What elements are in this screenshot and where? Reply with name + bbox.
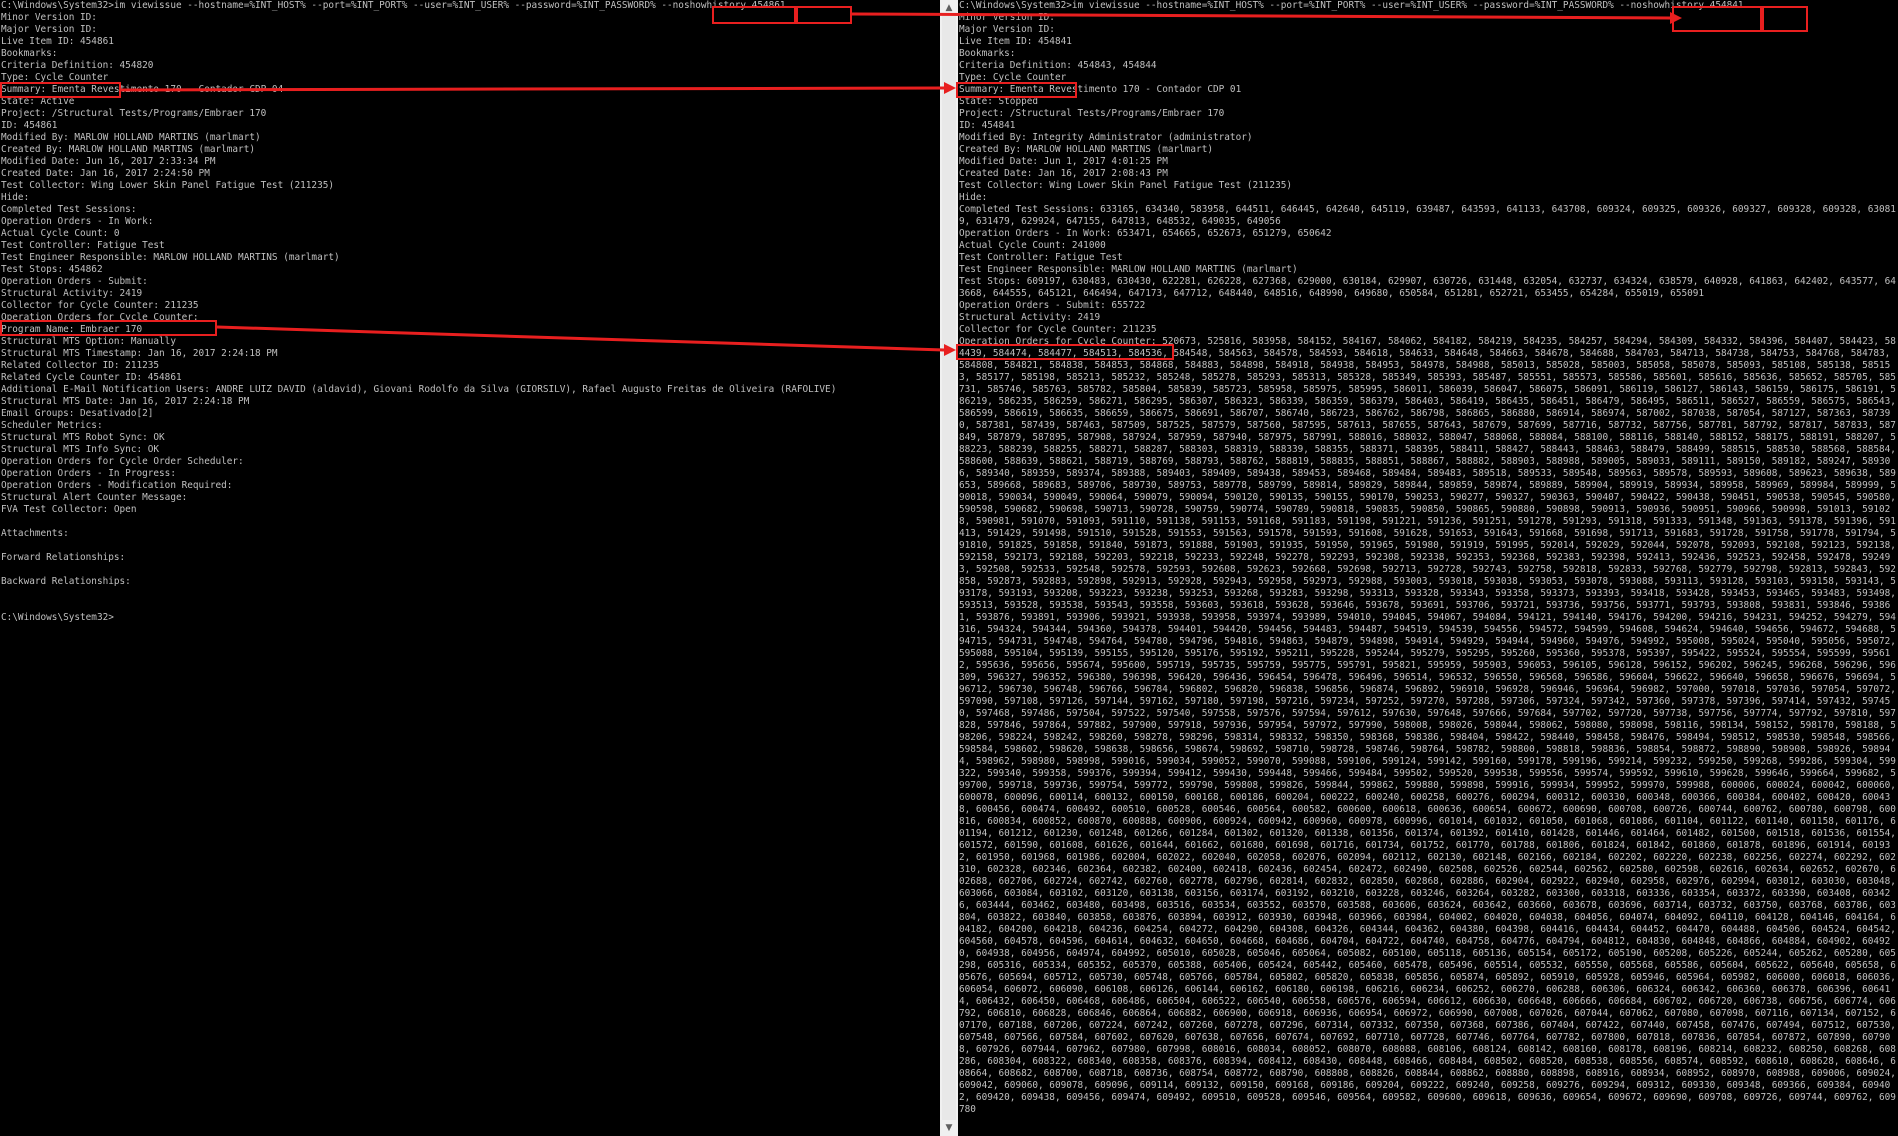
left-console-line: Collector for Cycle Counter: 211235 [1,300,199,311]
scrollbar-track[interactable] [942,16,956,1120]
right-console-line: Test Controller: Fatigue Test [959,252,1123,263]
left-console-line: Created By: MARLOW HOLLAND MARTINS (marl… [1,144,255,155]
left-console-line: Minor Version ID: [1,12,97,23]
left-console-line: Created Date: Jan 16, 2017 2:24:50 PM [1,168,210,179]
left-console-line [0,600,940,612]
left-console-line [0,588,940,600]
left-console-line: Email Groups: Desativado[2] [1,408,154,419]
left-console-line: C:\Windows\System32>im viewissue --hostn… [1,0,786,11]
left-console-pane[interactable]: C:\Windows\System32>im viewissue --hostn… [0,0,940,1136]
right-console-line: Bookmarks: [959,48,1016,59]
console-scrollbar[interactable]: ▲ ▼ [940,0,958,1136]
left-console-line: Project: /Structural Tests/Programs/Embr… [1,108,267,119]
left-console-line: Operation Orders for Cycle Order Schedul… [1,456,244,467]
left-console-line: Operation Orders - Modification Required… [1,480,233,491]
left-console-line: Structural Activity: 2419 [1,288,143,299]
right-console-line: Project: /Structural Tests/Programs/Embr… [959,108,1225,119]
left-console-line: Modified By: MARLOW HOLLAND MARTINS (mar… [1,132,261,143]
left-console-line: Program Name: Embraer 170 [1,324,143,335]
right-console-line: Live Item ID: 454841 [959,36,1072,47]
right-console-line: Structural Activity: 2419 [959,312,1101,323]
right-console-line: Modified By: Integrity Administrator (ad… [959,132,1253,143]
right-console-line: Test Engineer Responsible: MARLOW HOLLAN… [959,264,1298,275]
left-console-line: Attachments: [1,528,69,539]
right-console-line: Test Stops: 609197, 630483, 630430, 6222… [959,276,1896,299]
right-console-line: Hide: [959,192,988,203]
right-console-line: Minor Version ID: [959,12,1055,23]
left-console-line: Actual Cycle Count: 0 [1,228,120,239]
scroll-down-icon[interactable]: ▼ [940,1120,958,1136]
scroll-up-icon[interactable]: ▲ [940,0,958,16]
left-console-line: Live Item ID: 454861 [1,36,114,47]
left-console-line: ID: 454861 [1,120,58,131]
right-console-line: Modified Date: Jun 1, 2017 4:01:25 PM [959,156,1168,167]
right-console-line: Criteria Definition: 454843, 454844 [959,60,1157,71]
left-console-line: Major Version ID: [1,24,97,35]
left-console-line: Hide: [1,192,30,203]
right-console-line: Collector for Cycle Counter: 211235 [959,324,1157,335]
right-console-line: Actual Cycle Count: 241000 [959,240,1106,251]
right-console-line: State: Stopped [959,96,1039,107]
left-console-line: Operation Orders - In Work: [1,216,154,227]
right-console-line: Type: Cycle Counter [959,72,1067,83]
left-console-line: Structural MTS Robot Sync: OK [1,432,165,443]
right-console-pane[interactable]: C:\Windows\System32>im viewissue --hostn… [958,0,1898,1136]
left-console-line: Related Cycle Counter ID: 454861 [1,372,182,383]
left-console-line: Structural Alert Counter Message: [1,492,188,503]
right-console-line: Test Collector: Wing Lower Skin Panel Fa… [959,180,1293,191]
left-console-line: State: Active [1,96,75,107]
right-console-line: Operation Orders - Submit: 655722 [959,300,1146,311]
left-console-line: Test Engineer Responsible: MARLOW HOLLAN… [1,252,340,263]
right-console-line: Operation Orders - In Work: 653471, 6546… [959,228,1332,239]
left-console-line: FVA Test Collector: Open [1,504,137,515]
left-console-line: Bookmarks: [1,48,58,59]
right-console-line: Summary: Ementa Revestimento 170 - Conta… [959,84,1242,95]
left-console-line [0,564,940,576]
left-console-line: Summary: Ementa Revestimento 170 - Conta… [1,84,284,95]
right-console-line: Major Version ID: [959,24,1055,35]
left-console-line: Test Controller: Fatigue Test [1,240,165,251]
left-console-line: Structural MTS Timestamp: Jan 16, 2017 2… [1,348,278,359]
left-console-line: Additional E-Mail Notification Users: AN… [1,384,837,395]
left-console-line [0,516,940,528]
left-console-line: Type: Cycle Counter [1,72,109,83]
left-console-line: Structural MTS Option: Manually [1,336,176,347]
left-console-line: Modified Date: Jun 16, 2017 2:33:34 PM [1,156,216,167]
left-console-line: Structural MTS Info Sync: OK [1,444,160,455]
right-console-line: ID: 454841 [959,120,1016,131]
left-console-line: Operation Orders - In Progress: [1,468,176,479]
left-console-line: Scheduler Metrics: [1,420,103,431]
left-console-line: Test Stops: 454862 [1,264,103,275]
left-console-line: Operation Orders for Cycle Counter: [1,312,199,323]
left-console-line: Forward Relationships: [1,552,126,563]
left-console-line: Completed Test Sessions: [1,204,137,215]
left-console-line [0,540,940,552]
left-console-line: Test Collector: Wing Lower Skin Panel Fa… [1,180,335,191]
right-console-line: Created By: MARLOW HOLLAND MARTINS (marl… [959,144,1213,155]
right-console-line: Completed Test Sessions: 633165, 634340,… [959,204,1896,227]
right-console-line: C:\Windows\System32>im viewissue --hostn… [959,0,1744,11]
left-console-line: Related Collector ID: 211235 [1,360,160,371]
right-console-line: Created Date: Jan 16, 2017 2:08:43 PM [959,168,1168,179]
left-console-line: C:\Windows\System32> [1,612,114,623]
left-console-line: Operation Orders - Submit: [1,276,148,287]
left-console-line: Criteria Definition: 454820 [1,60,154,71]
right-console-line: Operation Orders for Cycle Counter: 5206… [959,336,1896,1115]
left-console-line: Backward Relationships: [1,576,131,587]
left-console-line: Structural MTS Date: Jan 16, 2017 2:24:1… [1,396,250,407]
